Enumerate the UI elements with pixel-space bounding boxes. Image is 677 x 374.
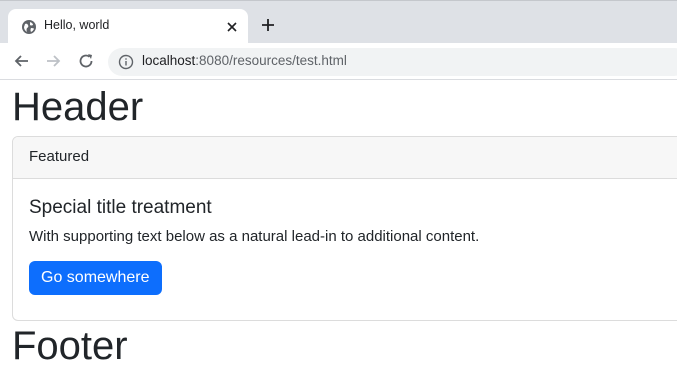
reload-icon[interactable]	[76, 51, 96, 71]
forward-arrow-icon[interactable]	[43, 51, 63, 71]
page-header: Header	[12, 85, 144, 129]
info-icon[interactable]	[118, 54, 134, 70]
url-path: :8080/resources/test.html	[195, 53, 347, 68]
address-bar[interactable]: localhost:8080/resources/test.html	[108, 48, 677, 76]
url-host: localhost	[142, 53, 196, 68]
globe-icon	[22, 20, 36, 34]
close-icon[interactable]	[224, 19, 240, 35]
url-text[interactable]: localhost:8080/resources/test.html	[142, 53, 347, 68]
plus-icon[interactable]	[260, 17, 276, 33]
browser-toolbar: localhost:8080/resources/test.html	[0, 43, 677, 80]
browser-tab[interactable]: Hello, world	[8, 9, 248, 45]
page-footer: Footer	[12, 324, 128, 368]
card-header: Featured	[13, 137, 677, 179]
card-text: With supporting text below as a natural …	[29, 228, 480, 245]
go-somewhere-button[interactable]: Go somewhere	[29, 261, 162, 295]
browser-tabstrip: Hello, world	[0, 0, 677, 45]
back-arrow-icon[interactable]	[12, 51, 32, 71]
tab-title: Hello, world	[44, 18, 110, 32]
featured-card: Featured Special title treatment With su…	[12, 136, 677, 321]
card-body: Special title treatment With supporting …	[13, 179, 677, 311]
card-title: Special title treatment	[29, 197, 212, 218]
page-content: Header Featured Special title treatment …	[0, 81, 677, 374]
